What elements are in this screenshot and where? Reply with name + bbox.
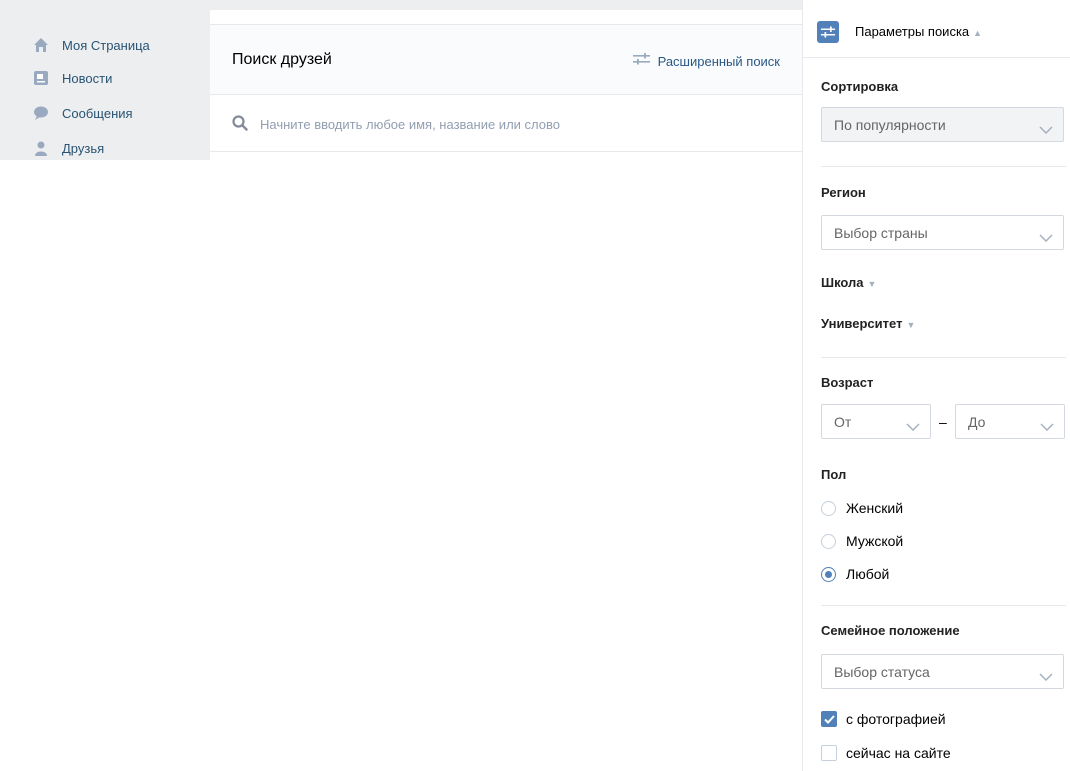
filters-header[interactable]: Параметры поиска ▲	[803, 0, 1070, 58]
chevron-down-icon	[1039, 121, 1053, 139]
gender-label: Пол	[821, 467, 847, 482]
radio-button	[821, 500, 836, 516]
left-sidebar: Моя Страница Новости Сообщения Друзья	[0, 0, 210, 160]
country-value: Выбор страны	[834, 225, 928, 241]
search-icon	[232, 115, 248, 136]
school-toggle[interactable]: Школа ▼	[821, 275, 876, 290]
radio-button	[821, 533, 836, 549]
age-label: Возраст	[821, 375, 874, 390]
country-select[interactable]: Выбор страны	[821, 215, 1064, 250]
checkbox-unchecked	[821, 745, 837, 761]
radio-label: Женский	[846, 500, 904, 516]
radio-button-selected	[821, 566, 836, 582]
university-label: Университет	[821, 316, 903, 331]
checkbox-label: сейчас на сайте	[846, 745, 951, 761]
search-input[interactable]	[260, 113, 760, 135]
chevron-down-icon	[1040, 418, 1054, 436]
checkbox-checked	[821, 711, 837, 727]
age-to-select[interactable]: До	[955, 404, 1065, 439]
main-header: Поиск друзей Расширенный поиск	[210, 25, 802, 95]
radio-label: Мужской	[846, 533, 904, 549]
marital-status-label: Семейное положение	[821, 623, 960, 638]
online-now-checkbox[interactable]: сейчас на сайте	[821, 743, 951, 763]
sidebar-item-label: Друзья	[62, 140, 105, 156]
sidebar-item-label: Сообщения	[62, 105, 133, 121]
friends-search-block: Поиск друзей Расширенный поиск	[210, 24, 802, 152]
caret-down-icon: ▼	[906, 320, 916, 330]
region-label: Регион	[821, 185, 866, 200]
sidebar-item-label: Моя Страница	[62, 37, 150, 53]
news-icon	[32, 69, 50, 87]
radio-label: Любой	[846, 566, 890, 582]
advanced-search-label: Расширенный поиск	[657, 53, 780, 69]
home-icon	[32, 36, 50, 54]
chevron-down-icon	[906, 418, 920, 436]
gender-radio-female[interactable]: Женский	[821, 498, 903, 518]
sidebar-item-label: Новости	[62, 70, 113, 86]
caret-down-icon: ▼	[867, 279, 877, 289]
sort-value: По популярности	[834, 117, 946, 133]
search-row	[210, 95, 802, 152]
sort-label: Сортировка	[821, 79, 899, 94]
sidebar-item-news[interactable]: Новости	[32, 68, 112, 88]
gender-radio-any[interactable]: Любой	[821, 564, 889, 584]
page-title: Поиск друзей	[232, 51, 332, 68]
divider	[821, 166, 1066, 167]
filters-icon	[817, 21, 839, 43]
chevron-down-icon	[1039, 668, 1053, 686]
divider	[821, 605, 1066, 606]
sidebar-item-messages[interactable]: Сообщения	[32, 103, 133, 123]
marital-status-select[interactable]: Выбор статуса	[821, 654, 1064, 689]
age-to-value: До	[968, 414, 986, 430]
divider	[821, 357, 1066, 358]
filters-title: Параметры поиска	[855, 24, 970, 39]
chevron-down-icon	[1039, 229, 1053, 247]
marital-status-value: Выбор статуса	[834, 664, 930, 680]
sidebar-item-my-page[interactable]: Моя Страница	[32, 35, 150, 55]
university-toggle[interactable]: Университет ▼	[821, 316, 915, 331]
age-from-value: От	[834, 414, 852, 430]
sidebar-item-friends[interactable]: Друзья	[32, 138, 104, 158]
top-strip	[210, 0, 802, 10]
friends-icon	[32, 139, 50, 157]
with-photo-checkbox[interactable]: с фотографией	[821, 709, 946, 729]
caret-up-icon: ▲	[973, 28, 983, 38]
messages-icon	[32, 104, 50, 122]
age-from-select[interactable]: От	[821, 404, 931, 439]
sliders-icon	[632, 52, 650, 70]
sort-select[interactable]: По популярности	[821, 107, 1064, 142]
advanced-search-link[interactable]: Расширенный поиск	[632, 52, 780, 70]
search-filters-panel: Параметры поиска ▲ Сортировка По популярн…	[802, 0, 1070, 771]
checkbox-label: с фотографией	[846, 711, 946, 727]
school-label: Школа	[821, 275, 864, 290]
gender-radio-male[interactable]: Мужской	[821, 531, 903, 551]
age-separator: –	[939, 414, 947, 430]
